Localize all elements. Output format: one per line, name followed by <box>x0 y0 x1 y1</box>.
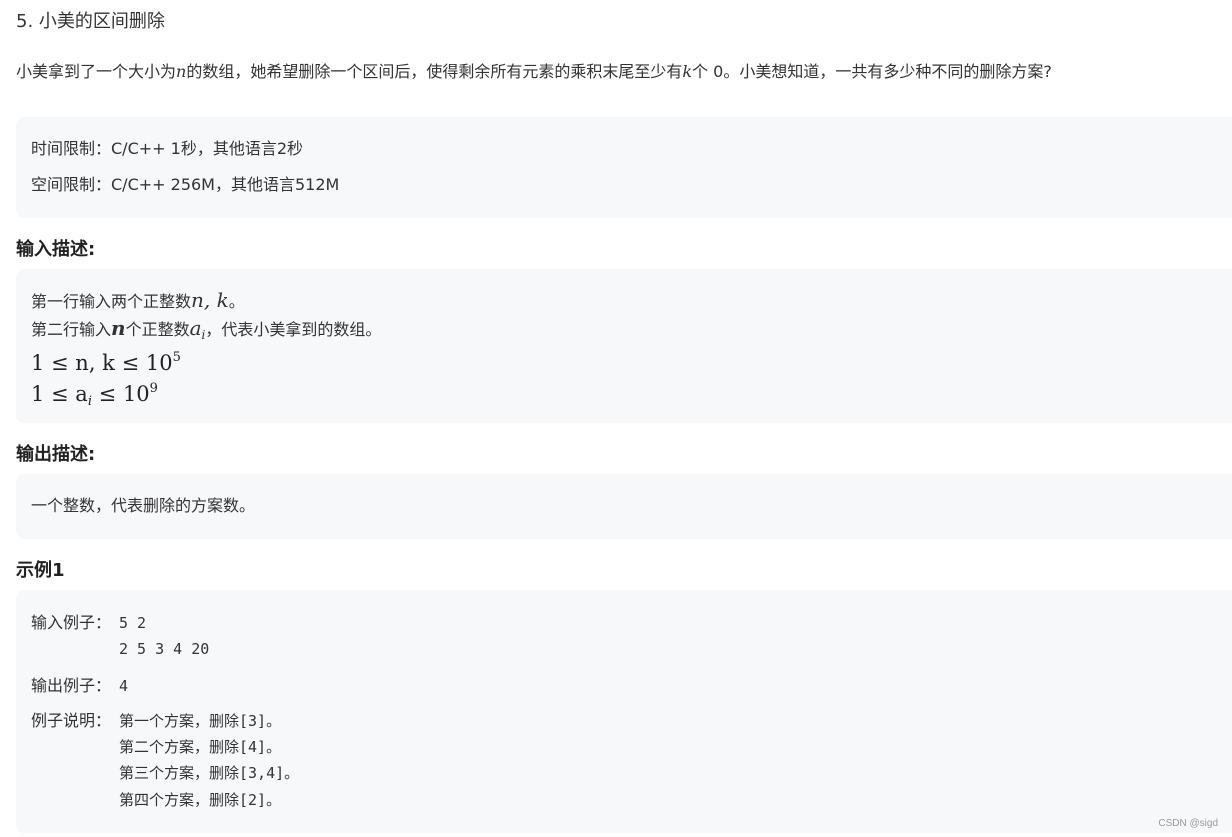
memory-limit: 空间限制：C/C++ 256M，其他语言512M <box>31 175 340 194</box>
description-part3: 个 0。小美想知道，一共有多少种不同的删除方案? <box>692 62 1052 81</box>
limits-panel: 时间限制：C/C++ 1秒，其他语言2秒 空间限制：C/C++ 256M，其他语… <box>16 117 1232 218</box>
constraint-ai-exp: 9 <box>149 381 158 396</box>
input-panel: 第一行输入两个正整数n, k。 第二行输入n个正整数ai，代表小美拿到的数组。 … <box>16 269 1232 423</box>
example-explain-line-2: 第二个方案，删除[4]。 <box>119 738 282 756</box>
example-output-label: 输出例子： <box>31 676 112 695</box>
problem-description: 小美拿到了一个大小为n的数组，她希望删除一个区间后，使得剩余所有元素的乘积末尾至… <box>16 60 1052 84</box>
time-limit: 时间限制：C/C++ 1秒，其他语言2秒 <box>31 139 303 158</box>
input-line-1-text: 第一行输入两个正整数 <box>31 292 192 311</box>
description-part2: 的数组，她希望删除一个区间后，使得剩余所有元素的乘积末尾至少有 <box>186 62 683 81</box>
input-line-2-mid: 个正整数 <box>125 320 190 339</box>
input-line-2-text: 第二行输入 <box>31 320 112 339</box>
example-output-value: 4 <box>119 677 129 695</box>
constraint-n-k-text: 1 ≤ n, k ≤ 10 <box>31 351 173 375</box>
input-line-1-end: 。 <box>228 292 245 311</box>
description-part1: 小美拿到了一个大小为 <box>16 62 177 81</box>
variable-k: k <box>682 62 693 81</box>
example-panel: 输入例子： 5 2 2 5 3 4 20 输出例子： 4 例子说明： 第一个方案… <box>16 590 1232 833</box>
example-explain-line-3: 第三个方案，删除[3,4]。 <box>119 764 300 782</box>
constraint-n-k-exp: 5 <box>172 350 181 365</box>
constraint-ai: 1 ≤ ai ≤ 109 <box>31 375 158 416</box>
input-line-2-end: ，代表小美拿到的数组。 <box>205 320 382 339</box>
input-line-1: 第一行输入两个正整数n, k。 <box>31 289 245 313</box>
input-heading: 输入描述: <box>16 239 96 260</box>
input-line-2-a: a <box>189 316 202 340</box>
example-explain-line-1: 第一个方案，删除[3]。 <box>119 712 282 730</box>
example-input-line-1: 5 2 <box>119 614 147 632</box>
variable-n: n <box>176 62 187 81</box>
watermark: CSDN @sigd <box>1158 818 1218 829</box>
example-explain-line-4: 第四个方案，删除[2]。 <box>119 791 282 809</box>
problem-title: 5. 小美的区间删除 <box>16 11 165 32</box>
constraint-ai-right: ≤ 10 <box>92 382 150 406</box>
output-text: 一个整数，代表删除的方案数。 <box>31 496 256 515</box>
output-heading: 输出描述: <box>16 444 96 465</box>
example-heading: 示例1 <box>16 560 65 581</box>
example-input-label: 输入例子： <box>31 613 112 632</box>
constraint-ai-left: 1 ≤ a <box>31 382 88 406</box>
example-input-line-2: 2 5 3 4 20 <box>119 640 210 658</box>
input-line-2-n: n <box>111 316 126 340</box>
input-line-1-math: n, k <box>191 288 229 312</box>
input-line-2: 第二行输入n个正整数ai，代表小美拿到的数组。 <box>31 317 381 346</box>
output-panel: 一个整数，代表删除的方案数。 <box>16 474 1232 539</box>
constraint-n-k: 1 ≤ n, k ≤ 105 <box>31 344 181 377</box>
example-explain-label: 例子说明： <box>31 711 112 730</box>
